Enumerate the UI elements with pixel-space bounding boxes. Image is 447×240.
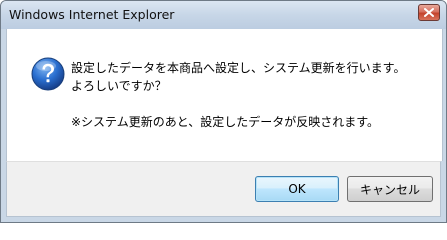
window-title: Windows Internet Explorer bbox=[9, 7, 175, 22]
title-bar[interactable]: Windows Internet Explorer bbox=[1, 1, 446, 29]
question-icon bbox=[31, 57, 65, 91]
close-button[interactable] bbox=[418, 4, 440, 21]
dialog-message: 設定したデータを本商品へ設定し、システム更新を行います。 よろしいですか？ ※シ… bbox=[71, 59, 435, 131]
message-line-1: 設定したデータを本商品へ設定し、システム更新を行います。 bbox=[71, 61, 406, 75]
close-icon bbox=[424, 8, 434, 17]
ok-button[interactable]: OK bbox=[255, 176, 339, 202]
message-note: ※システム更新のあと、設定したデータが反映されます。 bbox=[71, 115, 380, 129]
message-line-2: よろしいですか？ bbox=[71, 79, 167, 93]
cancel-button[interactable]: キャンセル bbox=[347, 176, 433, 202]
dialog-content: 設定したデータを本商品へ設定し、システム更新を行います。 よろしいですか？ ※シ… bbox=[6, 29, 443, 161]
button-bar: OK キャンセル bbox=[6, 161, 441, 217]
dialog-window: Windows Internet Explorer 設定したデータを本商品へ設定… bbox=[0, 0, 447, 223]
